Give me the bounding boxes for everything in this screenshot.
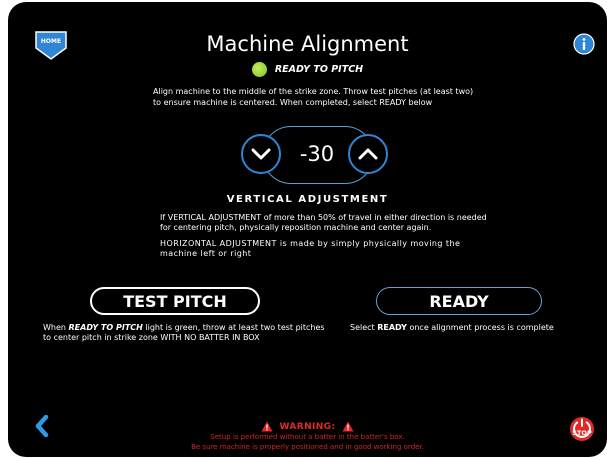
stop-button[interactable]: STOP (569, 416, 595, 442)
ready-desc-bold: READY (377, 323, 407, 332)
status-light-icon (251, 62, 267, 77)
vertical-adjustment-label: VERTICAL ADJUSTMENT (226, 194, 389, 205)
chevron-down-icon (251, 148, 271, 160)
horizontal-adjustment-note: HORIZONTAL ADJUSTMENT is made by simply … (160, 239, 461, 258)
page-title: Machine Alignment (206, 32, 409, 56)
test-pitch-button[interactable]: TEST PITCH (90, 287, 260, 315)
chevron-up-icon (358, 148, 378, 160)
test-desc-pre: When (43, 323, 69, 332)
status-text: READY TO PITCH (274, 64, 364, 75)
test-desc-bold: READY TO PITCH (68, 323, 143, 332)
warning-line-1: Setup is performed without a batter in t… (210, 433, 405, 441)
instructions-text: Align machine to the middle of the strik… (153, 87, 474, 107)
vertical-adjustment-note: If VERTICAL ADJUSTMENT of more than 50% … (160, 213, 487, 232)
ready-desc-pre: Select (350, 323, 378, 332)
stop-label: STOP (572, 429, 592, 437)
ready-desc-post: once alignment process is complete (406, 323, 554, 332)
warning-triangle-icon (261, 421, 273, 432)
ready-button[interactable]: READY (376, 287, 542, 315)
warning-triangle-icon (342, 421, 354, 432)
test-pitch-description: When READY TO PITCH light is green, thro… (43, 323, 333, 343)
warning-title: WARNING: (279, 421, 336, 432)
warning-line-2: Be sure machine is properly positioned a… (191, 443, 424, 451)
status-indicator: READY TO PITCH (8, 62, 607, 77)
vertical-adjustment-value: -30 (299, 142, 335, 166)
ready-description: Select READY once alignment process is c… (350, 323, 590, 333)
machine-alignment-screen: HOME Machine Alignment READY TO PITCH Al… (8, 2, 607, 457)
increase-button[interactable] (348, 134, 388, 174)
decrease-button[interactable] (241, 134, 281, 174)
warning-header: WARNING: (8, 421, 607, 432)
